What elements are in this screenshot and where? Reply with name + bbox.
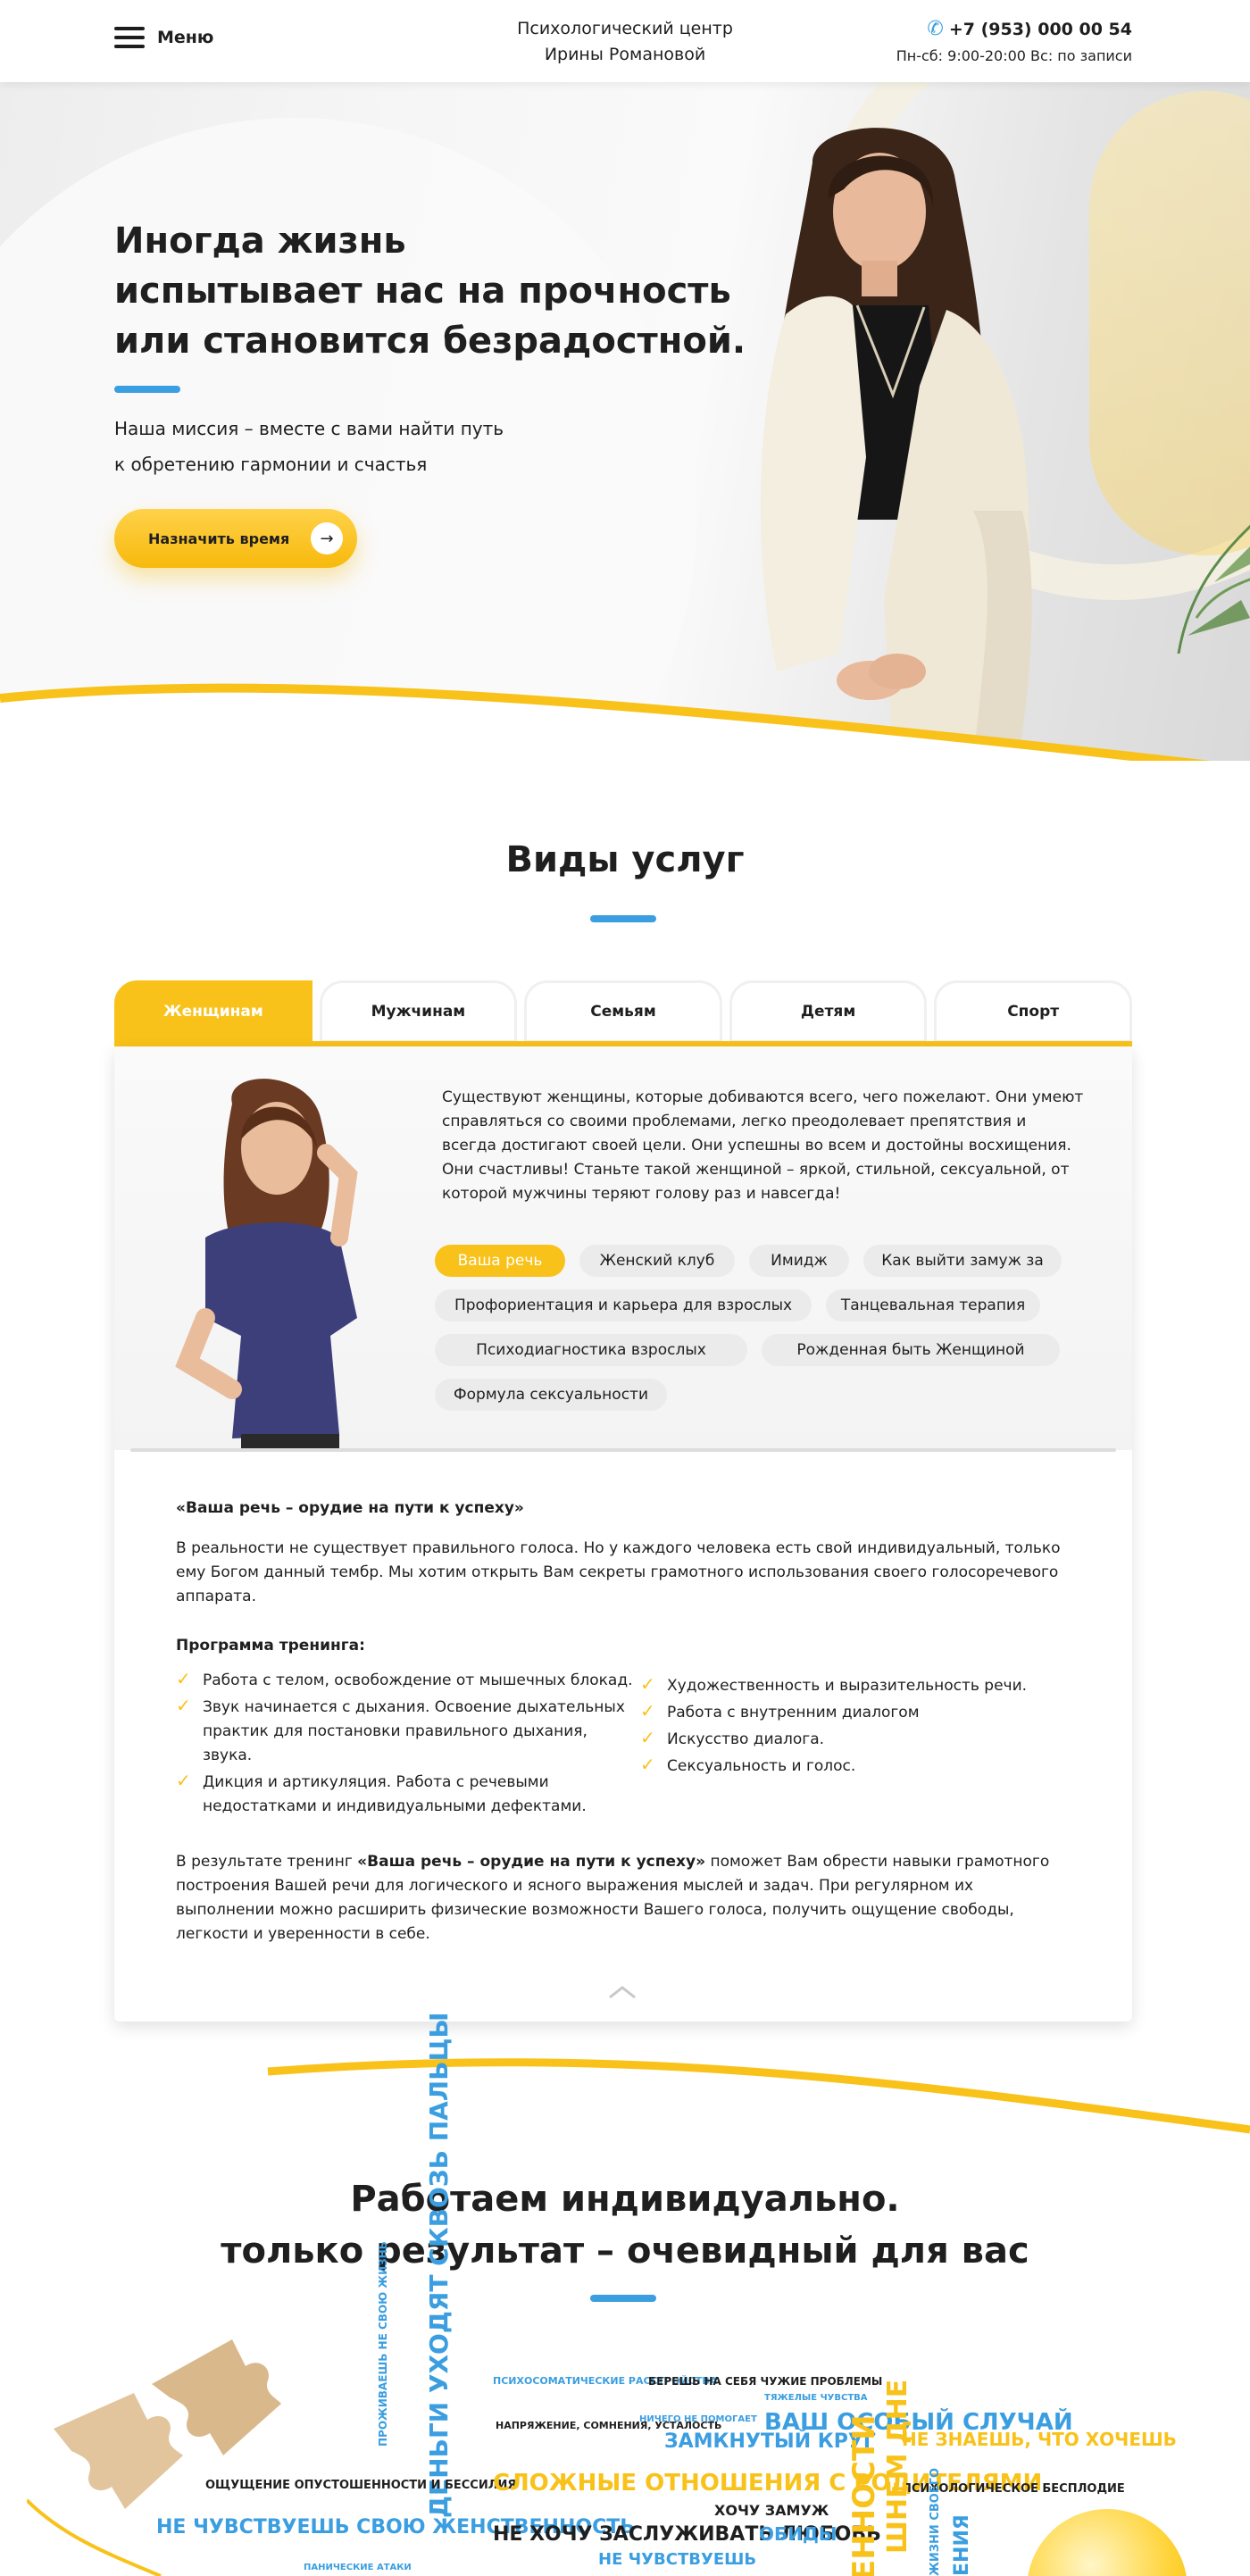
detail-heading: «Ваша речь – орудие на пути к успеху» bbox=[176, 1499, 524, 1517]
chip-born-to-be-woman[interactable]: Рожденная быть Женщиной bbox=[762, 1334, 1060, 1366]
check-icon: ✓ bbox=[640, 1727, 655, 1748]
hamburger-icon bbox=[114, 27, 145, 48]
program-list-left: ✓ Работа с телом, освобождение от мышечны… bbox=[176, 1668, 640, 1822]
cloud-word: НЕ ЧУВСТВУЕШЬ bbox=[598, 2550, 757, 2569]
chip-womens-club[interactable]: Женский клуб bbox=[579, 1245, 735, 1277]
arrow-right-icon: → bbox=[311, 522, 343, 554]
brand-line-1: Психологический центр bbox=[517, 19, 733, 38]
services-intro-text: Существуют женщины, которые добиваются в… bbox=[442, 1088, 1084, 1203]
cloud-word: ОЩУЩЕНИЕ ОПУСТОШЕННОСТИ И БЕССИЛИЯ bbox=[205, 2479, 517, 2492]
chip-career-guidance[interactable]: Профориентация и карьера для взрослых bbox=[435, 1289, 812, 1321]
services-tabs: Женщинам Мужчинам Семьям Детям Спорт bbox=[114, 980, 1132, 1045]
list-item: ✓ Художественность и выразительность речи… bbox=[640, 1673, 1028, 1695]
cloud-word: ЖИЗНИ СВОЕГО bbox=[929, 2467, 942, 2576]
check-icon: ✓ bbox=[640, 1754, 655, 1775]
services-title-underline bbox=[590, 915, 656, 922]
cloud-word: ПРОЖИВАЕШЬ НЕ СВОЮ ЖИЗНЬ bbox=[377, 2241, 389, 2447]
check-icon: ✓ bbox=[640, 1700, 655, 1722]
cloud-word: ЕННОСТИ bbox=[846, 2414, 882, 2576]
tab-families[interactable]: Семьям bbox=[524, 980, 722, 1043]
phone-icon: ✆ bbox=[927, 18, 944, 40]
tab-women[interactable]: Женщинам bbox=[114, 980, 312, 1043]
list-item: ✓ Работа с внутренним диалогом bbox=[640, 1700, 920, 1722]
individual-title-underline bbox=[590, 2295, 656, 2302]
program-list-right: ✓ Художественность и выразительность речи… bbox=[640, 1669, 1069, 1822]
list-item: ✓ Работа с телом, освобождение от мышечны… bbox=[176, 1668, 633, 1689]
subservice-chips: Ваша речь Женский клуб Имидж Как выйти з… bbox=[435, 1245, 1113, 1423]
site-brand[interactable]: Психологический центр Ирины Романовой bbox=[464, 16, 786, 68]
hero-section: Иногда жизнь испытывает нас на прочность… bbox=[0, 82, 1250, 761]
psychologist-portrait bbox=[760, 128, 1032, 761]
menu-button[interactable]: Меню bbox=[114, 27, 213, 48]
contact-block: ✆ +7 (953) 000 00 54 Пн-сб: 9:00-20:00 В… bbox=[896, 18, 1132, 64]
cloud-word: НЕ ЗНАЕШЬ, ЧТО ХОЧЕШЬ bbox=[902, 2429, 1177, 2450]
card-divider bbox=[130, 1448, 1116, 1452]
check-icon: ✓ bbox=[640, 1673, 655, 1695]
chip-your-speech[interactable]: Ваша речь bbox=[435, 1245, 565, 1277]
menu-label: Меню bbox=[157, 28, 214, 47]
tab-men[interactable]: Мужчинам bbox=[319, 980, 518, 1043]
cloud-word: ТЯЖЕЛЫЕ ЧУВСТВА bbox=[764, 2393, 868, 2403]
cloud-word: ПАНИЧЕСКИЕ АТАКИ bbox=[304, 2563, 412, 2572]
cloud-word: ХОЧУ ЗАМУЖ bbox=[714, 2502, 829, 2519]
section-wave-divider bbox=[267, 2058, 1250, 2134]
individual-title: Работаем индивидуально. только результат… bbox=[221, 2179, 1029, 2272]
hero-title: Иногда жизнь испытывает нас на прочность… bbox=[114, 221, 746, 362]
detail-paragraph: В реальности не существует правильного г… bbox=[176, 1539, 1061, 1605]
phone-link[interactable]: ✆ +7 (953) 000 00 54 bbox=[896, 18, 1132, 40]
tab-children[interactable]: Детям bbox=[729, 980, 928, 1043]
hero-wave-divider bbox=[0, 683, 1212, 761]
chip-sexuality-formula[interactable]: Формула сексуальности bbox=[435, 1379, 667, 1411]
working-hours: Пн-сб: 9:00-20:00 Вс: по записи bbox=[896, 47, 1132, 64]
problems-word-cloud: ПРОЖИВАЕШЬ НЕ СВОЮ ЖИЗНЬ ДЕНЬГИ УХОДЯТ С… bbox=[143, 2013, 1177, 2576]
cloud-word: ЗАМКНУТЫЙ КРУГ bbox=[664, 2430, 876, 2453]
service-detail: «Ваша речь – орудие на пути к успеху» В … bbox=[176, 1496, 1069, 1947]
site-header: Меню Психологический центр Ирины Романов… bbox=[0, 0, 1250, 82]
list-item: ✓ Звук начинается с дыхания. Освоение дых… bbox=[176, 1695, 625, 1764]
services-card: Существуют женщины, которые добиваются в… bbox=[114, 1046, 1132, 2022]
result-paragraph: В результате тренинг «Ваша речь – орудие… bbox=[176, 1853, 1050, 1943]
chip-how-to-marry[interactable]: Как выйти замуж за bbox=[863, 1245, 1062, 1277]
chip-image[interactable]: Имидж bbox=[749, 1245, 849, 1277]
check-icon: ✓ bbox=[176, 1668, 191, 1689]
check-icon: ✓ bbox=[176, 1770, 191, 1791]
chip-psychodiagnostics[interactable]: Психодиагностика взрослых bbox=[435, 1334, 747, 1366]
chip-dance-therapy[interactable]: Танцевальная терапия bbox=[826, 1289, 1040, 1321]
check-icon: ✓ bbox=[176, 1695, 191, 1716]
services-title: Виды услуг bbox=[505, 839, 745, 880]
program-heading: Программа тренинга: bbox=[176, 1637, 365, 1655]
woman-smiling-photo bbox=[175, 1079, 358, 1452]
hero-title-underline bbox=[114, 386, 180, 393]
cloud-word: ДЕНЬГИ УХОДЯТ СКВОЗЬ ПАЛЬЦЫ bbox=[424, 2012, 454, 2518]
cloud-word: ЕНИЯ bbox=[951, 2514, 973, 2576]
tab-sport[interactable]: Спорт bbox=[934, 980, 1132, 1043]
list-item: ✓ Дикция и артикуляция. Работа с речевыми… bbox=[176, 1770, 587, 1815]
chevron-up-icon[interactable] bbox=[607, 1984, 638, 2000]
cloud-word: ОБИДЫ bbox=[759, 2523, 838, 2545]
phone-number: +7 (953) 000 00 54 bbox=[948, 19, 1132, 39]
cloud-word: БЕРЕШЬ НА СЕБЯ ЧУЖИЕ ПРОБЛЕМЫ bbox=[648, 2375, 883, 2388]
list-item: ✓ Сексуальность и голос. bbox=[640, 1754, 856, 1775]
hero-subtitle: Наша миссия – вместе с вами найти путь к… bbox=[114, 418, 504, 475]
cloud-word: ШНЕМ ДНЕ bbox=[882, 2379, 913, 2554]
book-appointment-button[interactable]: Назначить время → bbox=[114, 509, 357, 568]
book-appointment-label: Назначить время bbox=[148, 529, 290, 547]
list-item: ✓ Искусство диалога. bbox=[640, 1727, 825, 1748]
brand-line-2: Ирины Романовой bbox=[544, 45, 706, 64]
plant-image bbox=[1177, 524, 1250, 654]
